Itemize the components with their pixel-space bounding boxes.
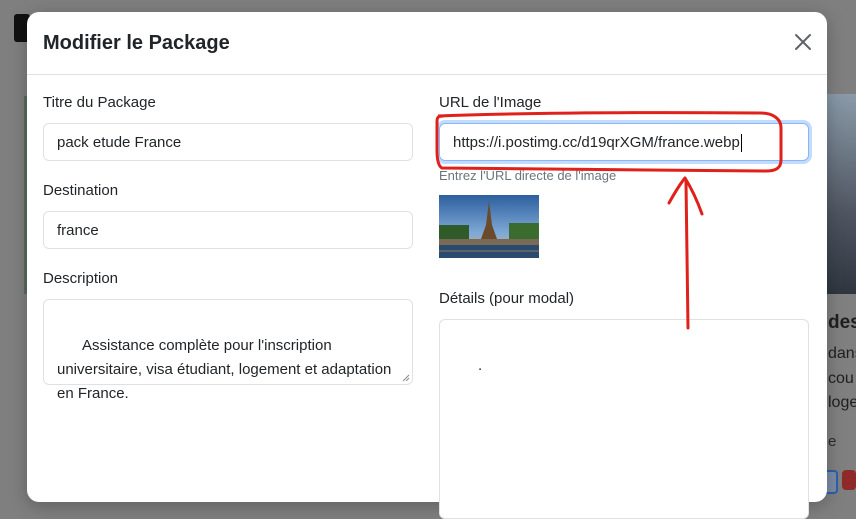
background-card-text: cou — [828, 370, 854, 387]
close-button[interactable] — [793, 32, 813, 52]
details-label: Détails (pour modal) — [439, 290, 575, 307]
details-text: . — [478, 357, 483, 374]
image-url-value: https://i.postimg.cc/d19qrXGM/france.web… — [453, 134, 740, 151]
modal-header: Modifier le Package — [27, 12, 827, 75]
destination-label: Destination — [43, 182, 119, 199]
modal-title: Modifier le Package — [43, 32, 230, 54]
close-icon — [793, 32, 813, 52]
details-textarea[interactable]: . — [439, 319, 809, 519]
edit-package-modal: Modifier le Package Titre du Package pac… — [27, 12, 827, 519]
background-card-text: loge — [828, 394, 856, 411]
background-card-price: e — [828, 433, 837, 450]
background-card-title: des — [828, 312, 856, 333]
image-url-help: Entrez l'URL directe de l'image — [439, 168, 617, 183]
background-card-image-right — [826, 94, 856, 294]
text-caret — [740, 134, 742, 153]
description-label: Description — [43, 270, 119, 287]
eiffel-tower-image — [439, 195, 539, 258]
description-textarea[interactable]: Assistance complète pour l'inscription u… — [43, 299, 413, 402]
image-url-label: URL de l'Image — [439, 94, 542, 111]
image-url-input[interactable]: https://i.postimg.cc/d19qrXGM/france.web… — [439, 123, 809, 161]
titre-label: Titre du Package — [43, 94, 156, 111]
description-text: Assistance complète pour l'inscription u… — [57, 337, 396, 402]
resize-handle-icon[interactable] — [402, 374, 410, 382]
background-card-delete-button — [842, 470, 856, 490]
destination-input[interactable]: france — [43, 211, 413, 249]
image-preview — [439, 195, 539, 258]
background-card-text: dans — [828, 345, 856, 362]
titre-input[interactable]: pack etude France — [43, 123, 413, 161]
